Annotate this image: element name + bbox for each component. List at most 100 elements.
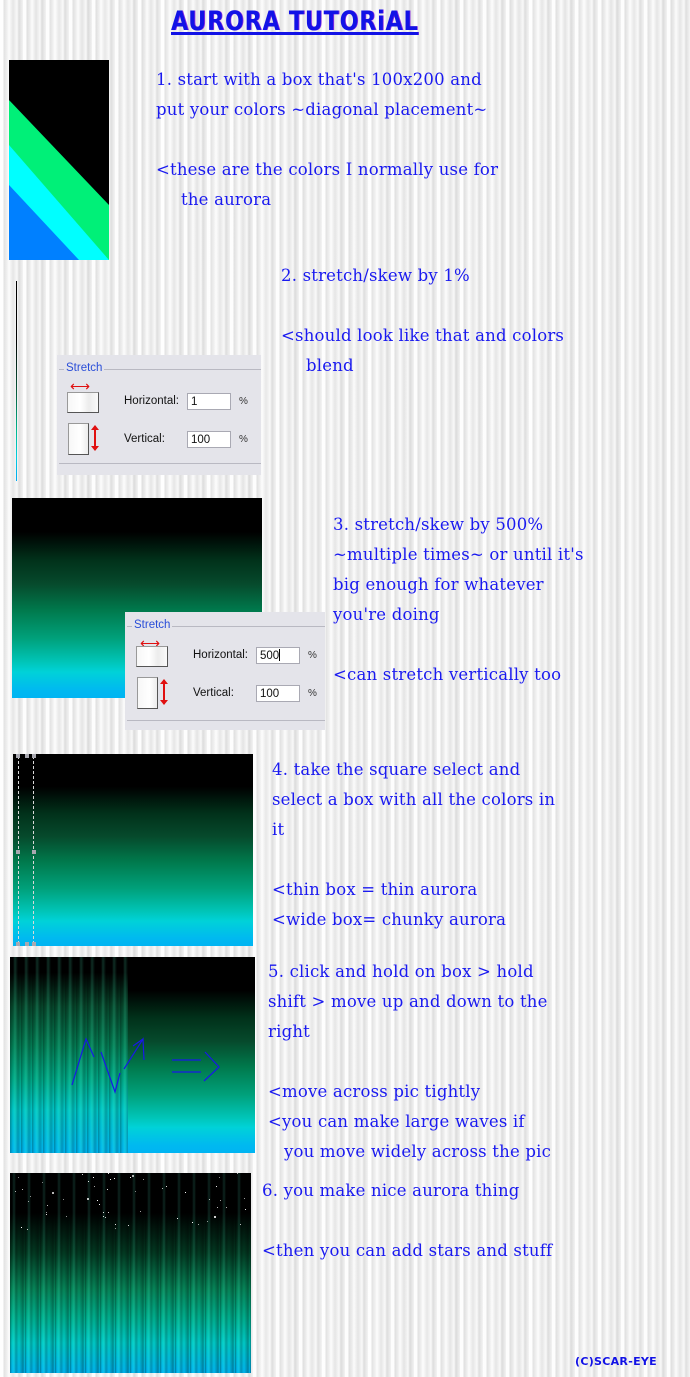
- selection-handle[interactable]: [25, 942, 29, 946]
- vertical-input[interactable]: 100: [187, 431, 231, 448]
- step-5-note: you move widely across the pic: [284, 1142, 552, 1161]
- star: [237, 1173, 238, 1174]
- final-aurora-image: [10, 1173, 251, 1373]
- page-title: AURORA TUTORiAL: [171, 6, 419, 37]
- star: [198, 1224, 199, 1225]
- star: [114, 1178, 115, 1179]
- horizontal-label: Horizontal:: [124, 395, 179, 407]
- star: [162, 1188, 163, 1189]
- step-5-line: right: [268, 1022, 310, 1041]
- vertical-input[interactable]: 100: [256, 685, 300, 702]
- selection-handle[interactable]: [32, 850, 36, 854]
- star: [143, 1179, 144, 1180]
- star: [107, 1189, 108, 1190]
- stretch-group-label: Stretch: [64, 362, 105, 374]
- step-2-note: <should look like that and colors: [281, 326, 565, 345]
- star: [103, 1212, 104, 1213]
- star: [214, 1216, 216, 1218]
- selection-handle[interactable]: [32, 942, 36, 946]
- vertical-label: Vertical:: [193, 687, 234, 699]
- selection-handle[interactable]: [32, 754, 36, 758]
- step-3-line: big enough for whatever: [333, 575, 544, 594]
- star: [18, 1177, 19, 1178]
- horizontal-input[interactable]: 1: [187, 393, 231, 410]
- stretch-dialog-1: Stretch ⟷ Horizontal: 1 % Vertical: 100 …: [57, 355, 261, 475]
- star: [115, 1224, 116, 1225]
- star: [97, 1200, 98, 1201]
- star: [166, 1186, 167, 1187]
- up-arrow-icon: [71, 1037, 95, 1086]
- selection-handle[interactable]: [16, 754, 20, 758]
- star: [22, 1189, 23, 1190]
- step-4-note: <thin box = thin aurora: [272, 880, 478, 899]
- step-5-text: 5. click and hold on box > hold shift > …: [268, 957, 551, 1167]
- step-3-line: you're doing: [333, 605, 440, 624]
- step-4-note: <wide box= chunky aurora: [272, 910, 507, 929]
- star: [94, 1186, 95, 1187]
- star: [82, 1174, 83, 1175]
- step-6-text: 6. you make nice aurora thing <then you …: [262, 1176, 552, 1266]
- star: [88, 1181, 89, 1182]
- star: [216, 1186, 217, 1187]
- selection-handle[interactable]: [25, 754, 29, 758]
- stretch-dialog-2: Stretch ⟷ Horizontal: 500 % Vertical: 10…: [125, 612, 325, 730]
- vertical-stretch-icon: [137, 677, 158, 709]
- star: [115, 1228, 116, 1229]
- star: [207, 1221, 208, 1222]
- stretched-thin-line: [16, 281, 17, 481]
- star: [110, 1179, 111, 1180]
- star: [209, 1199, 210, 1200]
- step-4-line: it: [272, 820, 285, 839]
- star: [30, 1196, 31, 1197]
- step-3-note: <can stretch vertically too: [333, 665, 562, 684]
- step-3-line: 3. stretch/skew by 500%: [333, 515, 544, 534]
- horizontal-input[interactable]: 500: [256, 647, 300, 664]
- step-6-note: <then you can add stars and stuff: [262, 1241, 553, 1260]
- step-1-note: <these are the colors I normally use for: [156, 160, 499, 179]
- star: [46, 1214, 47, 1215]
- star: [108, 1173, 109, 1174]
- star: [130, 1177, 131, 1178]
- step-1-line: put your colors ~diagonal placement~: [156, 100, 488, 119]
- star: [140, 1211, 141, 1212]
- star: [63, 1199, 64, 1200]
- aurora-in-progress-box: [10, 957, 255, 1153]
- down-arrow-icon: [100, 1051, 121, 1095]
- step-1-text: 1. start with a box that's 100x200 and p…: [156, 65, 498, 215]
- star: [245, 1209, 246, 1210]
- selection-handle[interactable]: [16, 850, 20, 854]
- star: [15, 1191, 16, 1192]
- star: [47, 1205, 48, 1206]
- step-1-note: the aurora: [181, 190, 272, 209]
- horizontal-arrow-icon: ⟷: [70, 378, 91, 394]
- step-2-line: 2. stretch/skew by 1%: [281, 266, 470, 285]
- stretch-group-label: Stretch: [132, 619, 173, 631]
- step-3-text: 3. stretch/skew by 500% ~multiple times~…: [333, 510, 584, 690]
- step-2-text: 2. stretch/skew by 1% <should look like …: [281, 261, 564, 381]
- vertical-stretch-icon: [68, 423, 89, 455]
- step-5-line: 5. click and hold on box > hold: [268, 962, 534, 981]
- star: [21, 1227, 22, 1228]
- star: [99, 1204, 100, 1205]
- vertical-label: Vertical:: [124, 433, 165, 445]
- horizontal-unit: %: [239, 396, 248, 407]
- star: [226, 1207, 227, 1208]
- star: [28, 1201, 29, 1202]
- star: [192, 1222, 193, 1223]
- star: [220, 1200, 221, 1201]
- gradient-box-with-selection: [13, 754, 253, 946]
- star: [244, 1198, 245, 1199]
- up-right-arrow-head: [132, 1038, 144, 1047]
- vertical-unit: %: [308, 688, 317, 699]
- square-selection-marquee[interactable]: [16, 754, 36, 946]
- star: [46, 1212, 47, 1213]
- star: [240, 1224, 241, 1225]
- horizontal-stretch-icon: [67, 392, 99, 413]
- vertical-arrow-icon: [91, 425, 99, 451]
- right-arrow-icon: [203, 1051, 220, 1082]
- vertical-arrow-icon: [160, 679, 168, 705]
- horizontal-value: 500: [260, 650, 280, 662]
- horizontal-unit: %: [308, 650, 317, 661]
- movement-arrows: [71, 1037, 220, 1095]
- selection-handle[interactable]: [16, 942, 20, 946]
